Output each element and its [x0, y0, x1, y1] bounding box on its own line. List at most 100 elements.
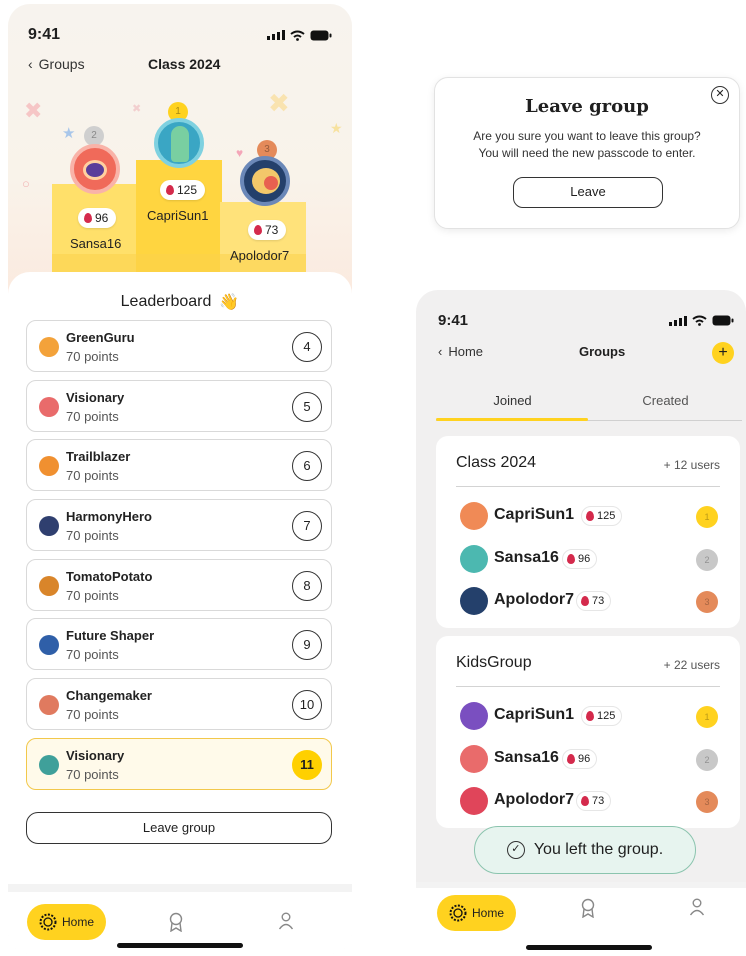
dialog-title: Leave group: [525, 96, 649, 117]
rank-badge: 11: [292, 749, 322, 780]
tab-home[interactable]: Home: [27, 904, 106, 940]
page-title: Class 2024: [148, 56, 221, 72]
member-row[interactable]: Sansa16 96 2: [460, 543, 720, 573]
decor-star-icon: ★: [330, 120, 343, 136]
member-row[interactable]: Apolodor7 73 3: [460, 585, 720, 615]
group-card[interactable]: Class 2024 + 12 users CapriSun1 125 1 Sansa…: [436, 436, 740, 628]
rank-badge: 10: [292, 690, 322, 721]
back-button[interactable]: ‹ Groups: [28, 56, 85, 72]
list-item[interactable]: Changemaker 70 points 10: [26, 678, 332, 731]
member-name: Future Shaper: [66, 628, 155, 644]
podium-header: 9:41 ‹ Groups Class 2024 ✖ ✖ ✖ ★ ★ ○ ♥ 2: [8, 4, 352, 294]
close-icon[interactable]: ✕: [711, 86, 729, 104]
avatar: [70, 144, 120, 194]
medal-icon: 2: [696, 749, 718, 771]
list-item[interactable]: Trailblazer 70 points 6: [26, 439, 332, 492]
list-item[interactable]: GreenGuru 70 points 4: [26, 320, 332, 372]
drop-icon: [84, 213, 92, 223]
drop-icon: [586, 711, 594, 721]
drop-icon: [254, 225, 262, 235]
tab-profile[interactable]: [278, 912, 294, 935]
status-icons: [267, 30, 332, 41]
score-badge: 125: [160, 180, 206, 200]
avatar: [39, 695, 59, 716]
medal-icon: 3: [696, 791, 718, 813]
tab-awards[interactable]: [168, 912, 184, 937]
chevron-left-icon: ‹: [28, 56, 33, 72]
status-time: 9:41: [438, 312, 469, 329]
signal-icon: [267, 30, 285, 40]
battery-icon: [310, 30, 332, 40]
confirm-leave-button[interactable]: Leave: [513, 177, 663, 208]
member-points: 70 points: [66, 349, 119, 364]
member-row[interactable]: CapriSun1 125 1: [460, 700, 720, 730]
podium-second: [52, 184, 138, 276]
leaderboard-title: Leaderboard 👋: [120, 293, 240, 311]
group-card[interactable]: KidsGroup + 22 users CapriSun1 125 1 Sansa1…: [436, 636, 740, 828]
member-name: Changemaker: [66, 688, 152, 704]
list-item[interactable]: HarmonyHero 70 points 7: [26, 499, 332, 552]
add-group-button[interactable]: +: [712, 342, 734, 364]
member-name: Sansa16: [494, 749, 559, 766]
groups-tabs: Joined Created: [436, 385, 742, 421]
toast-notification: ✓ You left the group.: [474, 826, 696, 874]
member-points: 70 points: [66, 468, 119, 484]
list-item[interactable]: TomatoPotato 70 points 8: [26, 558, 332, 611]
rank-badge: 4: [292, 332, 322, 362]
avatar: [39, 337, 59, 357]
rank-badge: 7: [292, 511, 322, 542]
avatar: [460, 787, 488, 815]
wifi-icon: [290, 30, 305, 41]
rank-badge: 5: [292, 391, 322, 422]
tab-joined[interactable]: Joined: [436, 393, 589, 408]
leave-group-button[interactable]: Leave group: [26, 812, 332, 844]
back-button[interactable]: ‹ Home: [438, 344, 483, 359]
member-name: Visionary: [66, 389, 125, 405]
score-badge: 125: [581, 506, 623, 526]
status-time: 9:41: [28, 26, 61, 43]
home-indicator: [526, 945, 652, 950]
tab-awards[interactable]: [580, 898, 596, 923]
tab-home[interactable]: Home: [437, 895, 516, 931]
score-badge: 73: [248, 220, 287, 240]
top-nav: ‹ Home Groups +: [438, 342, 734, 364]
rank-badge: 9: [292, 630, 322, 661]
list-item[interactable]: Visionary 70 points 5: [26, 379, 332, 432]
member-points: 70 points: [66, 587, 119, 603]
member-name: Sansa16: [494, 549, 559, 566]
member-row[interactable]: CapriSun1 125 1: [460, 500, 720, 530]
avatar: [39, 396, 59, 417]
rank-badge: 6: [292, 451, 322, 482]
award-icon: [169, 912, 183, 933]
wifi-icon: [692, 315, 707, 326]
signal-icon: [669, 315, 687, 326]
drop-icon: [567, 554, 575, 564]
member-row[interactable]: Sansa16 96 2: [460, 743, 720, 773]
avatar: [154, 118, 204, 168]
medal-icon: 1: [696, 506, 718, 528]
score-badge: 73: [576, 591, 612, 611]
leaderboard-screen: 9:41 ‹ Groups Class 2024 ✖ ✖ ✖ ★ ★ ○ ♥ 2: [8, 4, 352, 954]
tab-created[interactable]: Created: [589, 393, 742, 408]
member-name: Apolodor7: [494, 791, 574, 808]
avatar: [460, 502, 488, 530]
medal-icon: 1: [696, 706, 718, 728]
tab-profile[interactable]: [689, 898, 705, 921]
member-points: 70 points: [66, 766, 119, 782]
member-points: 70 points: [66, 528, 119, 544]
status-icons: [669, 315, 734, 326]
podium-name: Apolodor7: [230, 248, 290, 263]
avatar: [460, 587, 488, 615]
avatar: [39, 516, 59, 537]
decor-cross-icon: ✖: [268, 88, 290, 118]
list-item[interactable]: Future Shaper 70 points 9: [26, 618, 332, 671]
drop-icon: [567, 754, 575, 764]
chevron-left-icon: ‹: [438, 344, 443, 359]
group-name: KidsGroup: [456, 654, 532, 671]
bottom-tabbar: Home: [8, 884, 352, 954]
battery-icon: [712, 315, 734, 326]
member-row[interactable]: Apolodor7 73 3: [460, 785, 720, 815]
home-sun-icon: [449, 904, 467, 922]
drop-icon: [586, 511, 594, 521]
list-item[interactable]: Visionary 70 points 11: [26, 737, 332, 790]
